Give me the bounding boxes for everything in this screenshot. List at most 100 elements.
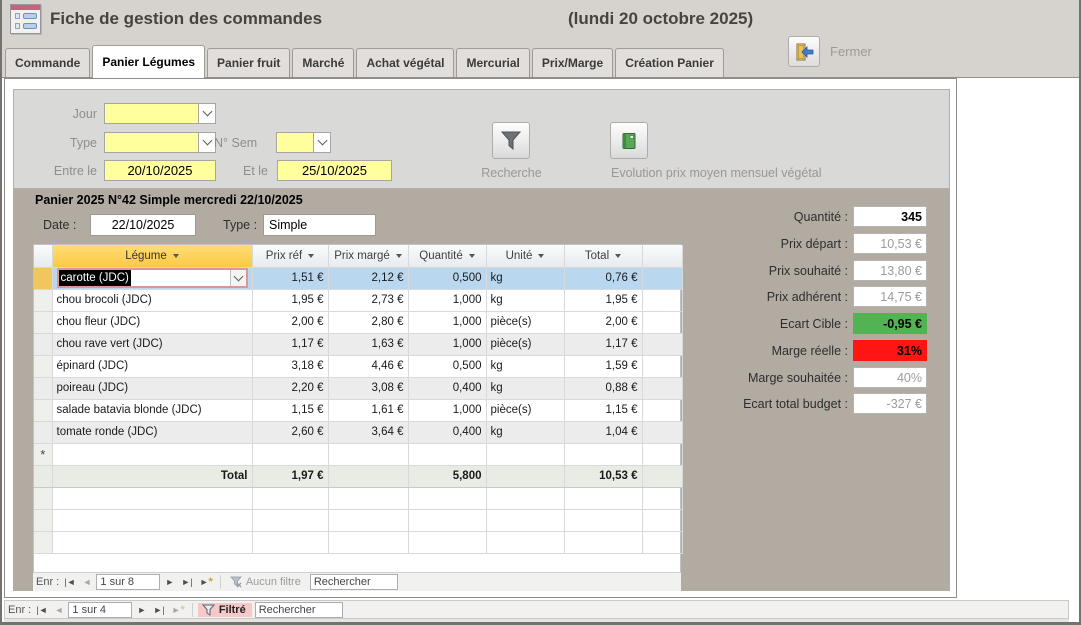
next-record-button[interactable]: ► [163,575,176,589]
search-button[interactable] [492,122,530,159]
cell-legume[interactable]: chou rave vert (JDC) [52,333,252,355]
new-record-button[interactable]: ►* [170,603,187,617]
last-record-button[interactable]: ►| [179,575,194,589]
chevron-down-icon[interactable] [313,132,331,153]
tab-marche[interactable]: Marché [292,48,354,77]
tab-creation-panier[interactable]: Création Panier [615,48,724,77]
cell-unite[interactable]: kg [486,289,564,311]
cell-unite[interactable]: pièce(s) [486,399,564,421]
chevron-down-icon[interactable] [198,103,216,124]
cell-prix-marge[interactable]: 1,61 € [328,399,408,421]
new-record-icon[interactable]: * [34,443,52,465]
cell-prix-ref[interactable]: 3,18 € [252,355,328,377]
first-record-button[interactable]: |◄ [62,575,77,589]
cell-total[interactable]: 1,17 € [564,333,642,355]
row-selector[interactable] [34,377,52,399]
previous-record-button[interactable]: ◄ [81,575,94,589]
row-selector[interactable] [34,355,52,377]
search-records-input[interactable]: Rechercher [310,574,398,590]
column-header-prix-ref[interactable]: Prix réf [252,245,328,267]
tab-prix-marge[interactable]: Prix/Marge [532,48,613,77]
next-record-button[interactable]: ► [135,603,148,617]
cell-total[interactable]: 1,95 € [564,289,642,311]
cell-prix-marge[interactable]: 3,08 € [328,377,408,399]
type-combobox[interactable] [104,132,216,153]
last-record-button[interactable]: ►| [151,603,166,617]
cell-quantite[interactable]: 0,400 [408,377,486,399]
cell-unite[interactable]: pièce(s) [486,311,564,333]
cell-legume[interactable]: tomate ronde (JDC) [52,421,252,443]
cell-prix-marge[interactable]: 1,63 € [328,333,408,355]
tab-achat-vegetal[interactable]: Achat végétal [356,48,454,77]
first-record-button[interactable]: |◄ [34,603,49,617]
cell-quantite[interactable]: 1,000 [408,289,486,311]
cell-quantite[interactable]: 0,400 [408,421,486,443]
cell-legume[interactable]: chou brocoli (JDC) [52,289,252,311]
evolution-button[interactable] [610,122,648,159]
filtered-button[interactable]: Filtré [198,603,252,617]
date-field[interactable]: 22/10/2025 [90,214,196,236]
cell-unite[interactable]: kg [486,267,564,289]
row-selector[interactable] [34,399,52,421]
cell-total[interactable]: 2,00 € [564,311,642,333]
type-field[interactable]: Simple [263,214,376,236]
row-selector[interactable] [34,289,52,311]
cell-total[interactable]: 0,88 € [564,377,642,399]
num-sem-combobox[interactable] [276,132,331,153]
cell-quantite[interactable]: 0,500 [408,267,486,289]
close-form-button[interactable] [788,36,820,67]
cell-prix-ref[interactable]: 2,00 € [252,311,328,333]
date-to-field[interactable]: 25/10/2025 [277,160,392,181]
cell-prix-ref[interactable]: 2,20 € [252,377,328,399]
row-selector[interactable] [34,267,52,289]
cell-legume[interactable]: poireau (JDC) [52,377,252,399]
cell-unite[interactable]: kg [486,377,564,399]
cell-prix-ref[interactable]: 1,51 € [252,267,328,289]
cell-total[interactable]: 1,15 € [564,399,642,421]
tab-commande[interactable]: Commande [5,48,90,77]
cell-total[interactable]: 1,04 € [564,421,642,443]
cell-prix-marge[interactable]: 2,12 € [328,267,408,289]
cell-legume[interactable]: épinard (JDC) [52,355,252,377]
datasheet-corner-cell[interactable] [34,245,52,267]
cell-prix-ref[interactable]: 2,60 € [252,421,328,443]
cell-legume[interactable]: chou fleur (JDC) [52,311,252,333]
cell-legume[interactable]: salade batavia blonde (JDC) [52,399,252,421]
cell-unite[interactable]: kg [486,421,564,443]
cell-quantite[interactable]: 1,000 [408,311,486,333]
cell-total[interactable]: 1,59 € [564,355,642,377]
cell-prix-ref[interactable]: 1,95 € [252,289,328,311]
tab-panier-legumes[interactable]: Panier Légumes [92,45,205,78]
jour-combobox[interactable] [104,103,216,124]
column-header-unite[interactable]: Unité [486,245,564,267]
cell-quantite[interactable]: 0,500 [408,355,486,377]
record-position-box[interactable]: 1 sur 8 [96,574,160,590]
cell-prix-ref[interactable]: 1,17 € [252,333,328,355]
cell-prix-marge[interactable]: 3,64 € [328,421,408,443]
column-header-total[interactable]: Total [564,245,642,267]
tab-panier-fruit[interactable]: Panier fruit [207,48,290,77]
cell-total[interactable]: 0,76 € [564,267,642,289]
previous-record-button[interactable]: ◄ [53,603,66,617]
cell-prix-marge[interactable]: 2,73 € [328,289,408,311]
row-selector[interactable] [34,421,52,443]
column-header-legume[interactable]: Légume [52,245,252,267]
no-filter-button[interactable]: Aucun filtre [226,575,307,589]
cell-prix-marge[interactable]: 2,80 € [328,311,408,333]
row-selector[interactable] [34,311,52,333]
row-selector[interactable] [34,333,52,355]
cell-prix-marge[interactable]: 4,46 € [328,355,408,377]
chevron-down-icon[interactable] [230,270,246,286]
search-records-input[interactable]: Rechercher [255,602,343,618]
quantite-field[interactable]: 345 [853,206,927,227]
column-header-quantite[interactable]: Quantité [408,245,486,267]
cell-quantite[interactable]: 1,000 [408,333,486,355]
cell-quantite[interactable]: 1,000 [408,399,486,421]
record-position-box[interactable]: 1 sur 4 [68,602,132,618]
new-record-button[interactable]: ►* [198,575,215,589]
cell-unite[interactable]: pièce(s) [486,333,564,355]
cell-prix-ref[interactable]: 1,15 € [252,399,328,421]
tab-mercurial[interactable]: Mercurial [456,48,529,77]
legume-combobox[interactable]: carotte (JDC) [57,268,248,288]
date-from-field[interactable]: 20/10/2025 [104,160,216,181]
